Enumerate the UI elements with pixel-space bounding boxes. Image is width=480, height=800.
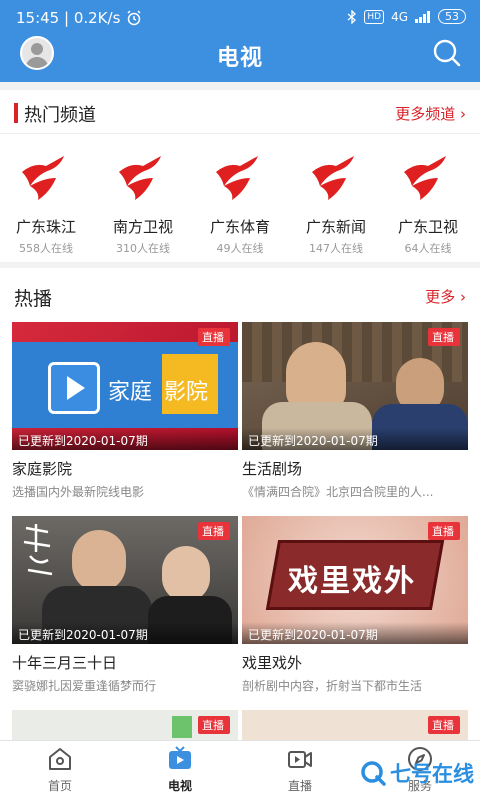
live-badge: 直播 [428, 522, 460, 540]
watermark-text: 七号在线 [390, 762, 474, 786]
channel-name: 广东体育 [209, 218, 270, 236]
update-label: 已更新到2020-01-07期 [12, 622, 238, 644]
video-camera-icon [288, 751, 312, 768]
program-title: 十年三月三十日 [12, 654, 118, 672]
tab-label: 电视 [167, 779, 192, 793]
hot-channels-title: 热门频道 [24, 105, 96, 126]
channel-item[interactable]: 广东珠江 558人在线 [0, 146, 92, 258]
thumb-green-shape [172, 716, 192, 738]
top-bar: 15:45 | 0.2K/s HD 4G 53 电视 [0, 0, 480, 82]
program-thumbnail: 直播 已更新到2020-01-07期 [242, 322, 468, 450]
channel-online-count: 310人在线 [116, 242, 170, 255]
tab-tv[interactable]: 电视 [120, 741, 240, 800]
live-badge: 直播 [198, 328, 230, 346]
tab-live[interactable]: 直播 [240, 741, 360, 800]
update-label: 已更新到2020-01-07期 [242, 622, 468, 644]
program-description: 《情满四合院》北京四合院里的人... [242, 485, 434, 499]
update-label: 已更新到2020-01-07期 [12, 428, 238, 450]
channel-logo-icon [119, 156, 161, 200]
program-card[interactable]: 戏里戏外 直播 已更新到2020-01-07期 戏里戏外 剖析剧中内容，折射当下… [242, 516, 468, 702]
channel-logo-icon [404, 156, 446, 200]
program-card[interactable]: 直播 [242, 710, 468, 740]
channel-logo-icon [216, 156, 258, 200]
program-card[interactable]: 直播 已更新到2020-01-07期 生活剧场 《情满四合院》北京四合院里的人.… [242, 322, 468, 508]
calligraphy-mark [23, 524, 53, 576]
status-bar: 15:45 | 0.2K/s HD 4G 53 [0, 0, 480, 34]
program-title: 生活剧场 [242, 460, 303, 478]
more-channels-link[interactable]: 更多频道 › [395, 103, 466, 124]
live-badge: 直播 [428, 716, 460, 734]
tab-label: 直播 [287, 779, 312, 793]
tab-home[interactable]: 首页 [0, 741, 120, 800]
channel-online-count: 64人在线 [404, 242, 452, 255]
live-badge: 直播 [198, 522, 230, 540]
channel-online-count: 147人在线 [309, 242, 363, 255]
channel-logo-icon [22, 156, 64, 200]
program-thumbnail: 戏里戏外 直播 已更新到2020-01-07期 [242, 516, 468, 644]
program-card[interactable]: 直播 已更新到2020-01-07期 十年三月三十日 窦骁娜扎因爱重逢循梦而行 [12, 516, 238, 702]
thumb-figure-man [72, 530, 126, 592]
program-card[interactable]: 家庭 影院 直播 已更新到2020-01-07期 家庭影院 选播国内外最新院线电… [12, 322, 238, 508]
channel-online-count: 49人在线 [216, 242, 264, 255]
program-title: 家庭影院 [12, 460, 73, 478]
program-thumbnail: 直播 [12, 710, 238, 740]
program-thumbnail: 家庭 影院 直播 已更新到2020-01-07期 [12, 322, 238, 450]
program-card[interactable]: 直播 [12, 710, 238, 740]
bluetooth-icon [347, 9, 357, 24]
tv-icon [169, 746, 191, 769]
hot-play-title: 热播 [14, 288, 53, 310]
channel-item[interactable]: 广东新闻 147人在线 [290, 146, 382, 258]
thumb-text-cinema: 影院 [164, 380, 209, 405]
channel-logo-icon [312, 156, 354, 200]
update-label: 已更新到2020-01-07期 [242, 428, 468, 450]
page-title: 电视 [216, 46, 263, 71]
hot-play-section: 热播 更多 › 家庭 影院 直播 已更新到2020-01-07期 家庭影院 选播… [0, 268, 480, 740]
channel-name: 南方卫视 [112, 218, 173, 236]
home-icon [49, 748, 71, 770]
channel-online-count: 558人在线 [19, 242, 73, 255]
channel-item[interactable]: 广东体育 49人在线 [194, 146, 286, 258]
program-thumbnail: 直播 [242, 710, 468, 740]
live-badge: 直播 [198, 716, 230, 734]
program-description: 剖析剧中内容，折射当下都市生活 [242, 679, 423, 693]
watermark-logo-icon [361, 761, 386, 786]
hot-channels-header: 热门频道 更多频道 › [0, 90, 480, 134]
alarm-icon [127, 10, 141, 26]
play-icon [48, 362, 100, 414]
signal-label: 4G [391, 9, 408, 24]
live-badge: 直播 [428, 328, 460, 346]
status-time-speed: 15:45 | 0.2K/s [16, 9, 121, 27]
channel-item[interactable]: 南方卫视 310人在线 [97, 146, 189, 258]
program-title: 戏里戏外 [242, 654, 303, 672]
signal-icon [415, 10, 430, 23]
tab-label: 首页 [47, 779, 72, 793]
hot-channels-section: 热门频道 更多频道 › 广东珠江 558人在线 南方卫视 310人在线 广东体育… [0, 90, 480, 262]
program-thumbnail: 直播 已更新到2020-01-07期 [12, 516, 238, 644]
channel-item[interactable]: 广东卫视 64人在线 [382, 146, 474, 258]
hd-badge: HD [364, 9, 385, 24]
channel-name: 广东卫视 [397, 218, 458, 236]
site-watermark: 七号在线 [360, 758, 474, 788]
program-description: 窦骁娜扎因爱重逢循梦而行 [12, 679, 157, 693]
program-description: 选播国内外最新院线电影 [12, 485, 145, 499]
channel-name: 广东珠江 [15, 218, 76, 236]
battery-indicator: 53 [438, 9, 466, 24]
channel-list: 广东珠江 558人在线 南方卫视 310人在线 广东体育 49人在线 广东新闻 … [0, 146, 480, 258]
search-icon[interactable] [432, 38, 462, 68]
channel-name: 广东新闻 [305, 218, 366, 236]
section-accent-bar [14, 103, 18, 123]
hot-play-more-link[interactable]: 更多 › [425, 286, 466, 307]
thumb-figure-woman [162, 546, 210, 602]
thumb-logo-text: 戏里戏外 [288, 564, 416, 599]
thumb-text-home: 家庭 [108, 380, 153, 405]
